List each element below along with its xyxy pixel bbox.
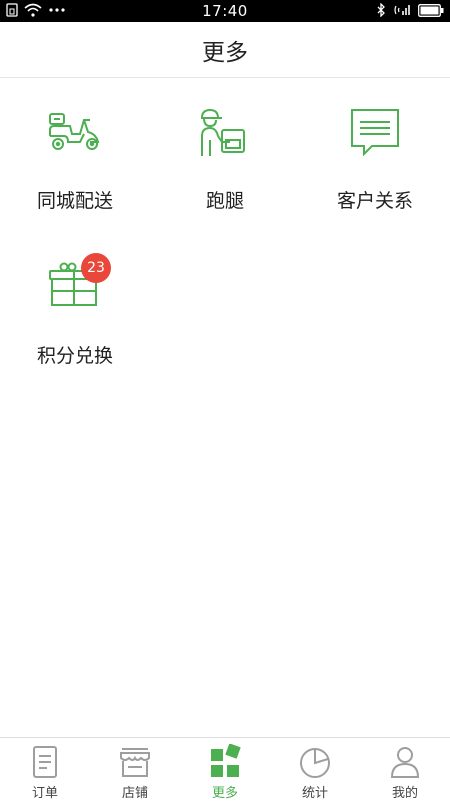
- tile-same-city-delivery[interactable]: 同城配送: [0, 78, 150, 233]
- tab-more[interactable]: 更多: [180, 738, 270, 801]
- person-icon: [390, 747, 420, 778]
- tile-label: 客户关系: [336, 190, 413, 212]
- bottom-tab-bar: 订单 店铺 更多 统计 我的: [0, 737, 450, 801]
- tab-label: 我的: [391, 786, 418, 801]
- points-count-badge: 23: [81, 253, 111, 283]
- chat-icon: [351, 109, 399, 157]
- page-title: 更多: [202, 39, 248, 66]
- tile-label: 同城配送: [36, 190, 113, 212]
- signal-icon: [394, 5, 410, 15]
- order-doc-icon: [33, 746, 57, 778]
- tile-errand[interactable]: 跑腿: [150, 78, 300, 233]
- status-bar: 17:40: [0, 0, 450, 22]
- top-header: 更多: [0, 22, 450, 78]
- more-blocks-icon: [211, 744, 241, 777]
- tab-label: 更多: [211, 786, 238, 801]
- pie-chart-icon: [300, 748, 330, 778]
- bluetooth-icon: [377, 3, 385, 17]
- status-right-icons: [376, 3, 444, 17]
- battery-icon: [418, 3, 444, 17]
- store-icon: [120, 748, 150, 777]
- tab-label: 订单: [31, 786, 58, 801]
- tab-statistics[interactable]: 统计: [270, 738, 360, 801]
- tile-label: 积分兑换: [36, 345, 113, 367]
- scooter-icon: [49, 113, 100, 150]
- tab-mine[interactable]: 我的: [360, 738, 450, 801]
- tile-points-exchange[interactable]: 积分兑换: [0, 233, 150, 388]
- tile-customer-relations[interactable]: 客户关系: [300, 78, 450, 233]
- courier-icon: [200, 108, 245, 156]
- tab-label: 店铺: [121, 786, 148, 801]
- tab-store[interactable]: 店铺: [90, 738, 180, 801]
- tab-label: 统计: [301, 786, 328, 801]
- tab-orders[interactable]: 订单: [0, 738, 90, 801]
- tile-label: 跑腿: [205, 190, 244, 212]
